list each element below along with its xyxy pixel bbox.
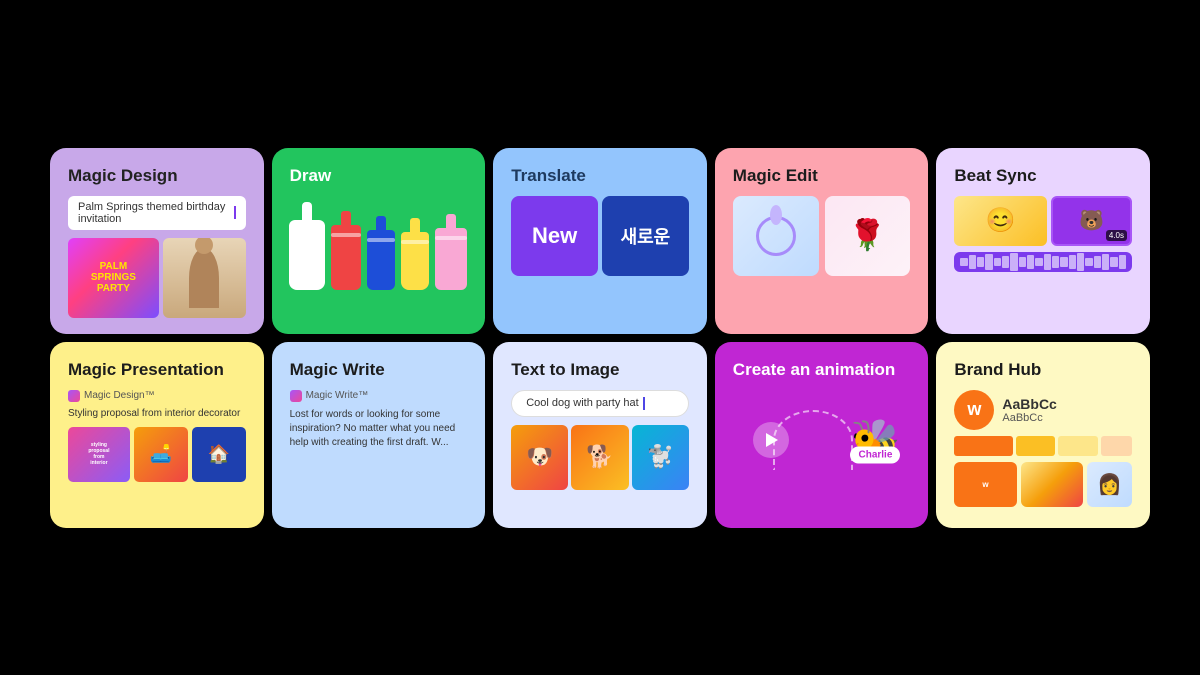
waveform [954,252,1132,272]
design-preview-2 [163,238,246,318]
magic-presentation-title: Magic Presentation [68,360,246,380]
card-create-animation[interactable]: Create an animation 🐝 Charlie [715,342,929,528]
charlie-label: Charlie [850,446,900,463]
bottle-3 [367,216,395,290]
play-button[interactable] [753,422,789,458]
design-preview-1: PALMSPRINGSPARTY [68,238,159,318]
magic-design-icon [68,390,80,402]
mp-prompt-row: Magic Design™ [68,390,246,402]
tti-result-3: 🐩 [632,425,689,490]
bottle-4 [401,218,429,290]
tti-result-1: 🐶 [511,425,568,490]
mp-subtitle: Styling proposal from interior decorator [68,408,246,419]
magic-write-body: Lost for words or looking for some inspi… [290,408,468,450]
card-beat-sync[interactable]: Beat Sync 😊 🐻 4.0s [936,148,1150,334]
brand-hub-title: Brand Hub [954,360,1132,380]
mp-slide-2: 🛋️ [134,427,188,482]
mp-slides: stylingproposalfrominterior 🛋️ 🏠 [68,427,246,482]
tti-result-2: 🐕 [571,425,628,490]
brand-logo: w [954,390,994,430]
magic-edit-after: 🌹 [825,196,911,276]
tti-images: 🐶 🐕 🐩 [511,425,689,490]
beat-sync-title: Beat Sync [954,166,1132,186]
card-draw[interactable]: Draw [272,148,486,334]
video-thumb-1: 😊 [954,196,1047,246]
magic-design-input[interactable]: Palm Springs themed birthday invitation [68,196,246,230]
bottle-1 [289,202,325,290]
card-text-to-image[interactable]: Text to Image Cool dog with party hat 🐶 … [493,342,707,528]
brand-color-peach [1101,436,1132,456]
magic-edit-before [733,196,819,276]
video-thumbnails: 😊 🐻 4.0s [954,196,1132,246]
translate-panel-korean: 새로운 [602,196,689,276]
brand-font-small: AaBbCc [1002,412,1056,424]
cursor [234,206,236,219]
text-to-image-title: Text to Image [511,360,689,380]
magic-write-icon [290,390,302,402]
magic-design-input-text: Palm Springs themed birthday invitation [78,201,230,225]
video-thumb-2: 🐻 4.0s [1051,196,1132,246]
card-magic-edit[interactable]: Magic Edit 🌹 [715,148,929,334]
mw-prompt-row: Magic Write™ [290,390,468,402]
text-to-image-input[interactable]: Cool dog with party hat [511,390,689,417]
translate-panel-english: New [511,196,598,276]
magic-write-title: Magic Write [290,360,468,380]
magic-design-title: Magic Design [68,166,246,186]
person-silhouette [189,248,219,308]
animation-content: 🐝 Charlie [733,390,911,490]
brand-logo-letter: w [967,399,981,420]
feature-grid: Magic Design Palm Springs themed birthda… [50,148,1150,528]
time-badge: 4.0s [1106,230,1127,241]
mw-prompt-label: Magic Write™ [306,390,369,401]
translate-title: Translate [511,166,689,186]
rose-icon: 🌹 [849,218,886,253]
brand-color-lightyellow [1058,436,1097,456]
play-icon [766,433,778,447]
mp-slide-1: stylingproposalfrominterior [68,427,130,482]
card-magic-write[interactable]: Magic Write Magic Write™ Lost for words … [272,342,486,528]
brand-fonts: AaBbCc AaBbCc [1002,396,1056,424]
brand-colors [954,436,1132,456]
brand-pattern-2 [1021,462,1083,507]
translate-panels: New 새로운 [511,196,689,276]
magic-edit-images: 🌹 [733,196,911,276]
flower-icon [756,216,796,256]
card-magic-presentation[interactable]: Magic Presentation Magic Design™ Styling… [50,342,264,528]
card-brand-hub[interactable]: Brand Hub w AaBbCc AaBbCc w [936,342,1150,528]
magic-edit-title: Magic Edit [733,166,911,186]
card-magic-design[interactable]: Magic Design Palm Springs themed birthda… [50,148,264,334]
magic-design-images: PALMSPRINGSPARTY [68,238,246,318]
brand-color-orange [954,436,1013,456]
mp-prompt-label: Magic Design™ [84,390,155,401]
brand-hub-content: w AaBbCc AaBbCc w 👩 [954,390,1132,507]
brand-font-large: AaBbCc [1002,396,1056,412]
bottle-5 [435,214,467,290]
brand-avatar: 👩 [1087,462,1132,507]
create-animation-title: Create an animation [733,360,911,380]
beat-sync-content: 😊 🐻 4.0s [954,196,1132,272]
brand-color-yellow [1016,436,1055,456]
brand-pattern-1: w [954,462,1016,507]
tti-input-text: Cool dog with party hat [526,397,639,409]
tti-cursor [643,397,645,410]
bottle-2 [331,211,361,290]
draw-bottles [290,202,468,290]
brand-hub-bottom: w 👩 [954,462,1132,507]
mp-slide-3: 🏠 [192,427,246,482]
brand-hub-top: w AaBbCc AaBbCc [954,390,1132,430]
bee-character: 🐝 Charlie [851,416,901,463]
card-translate[interactable]: Translate New 새로운 [493,148,707,334]
draw-title: Draw [290,166,468,186]
panel-new-text: New [532,223,577,249]
panel-korean-text: 새로운 [621,223,671,249]
